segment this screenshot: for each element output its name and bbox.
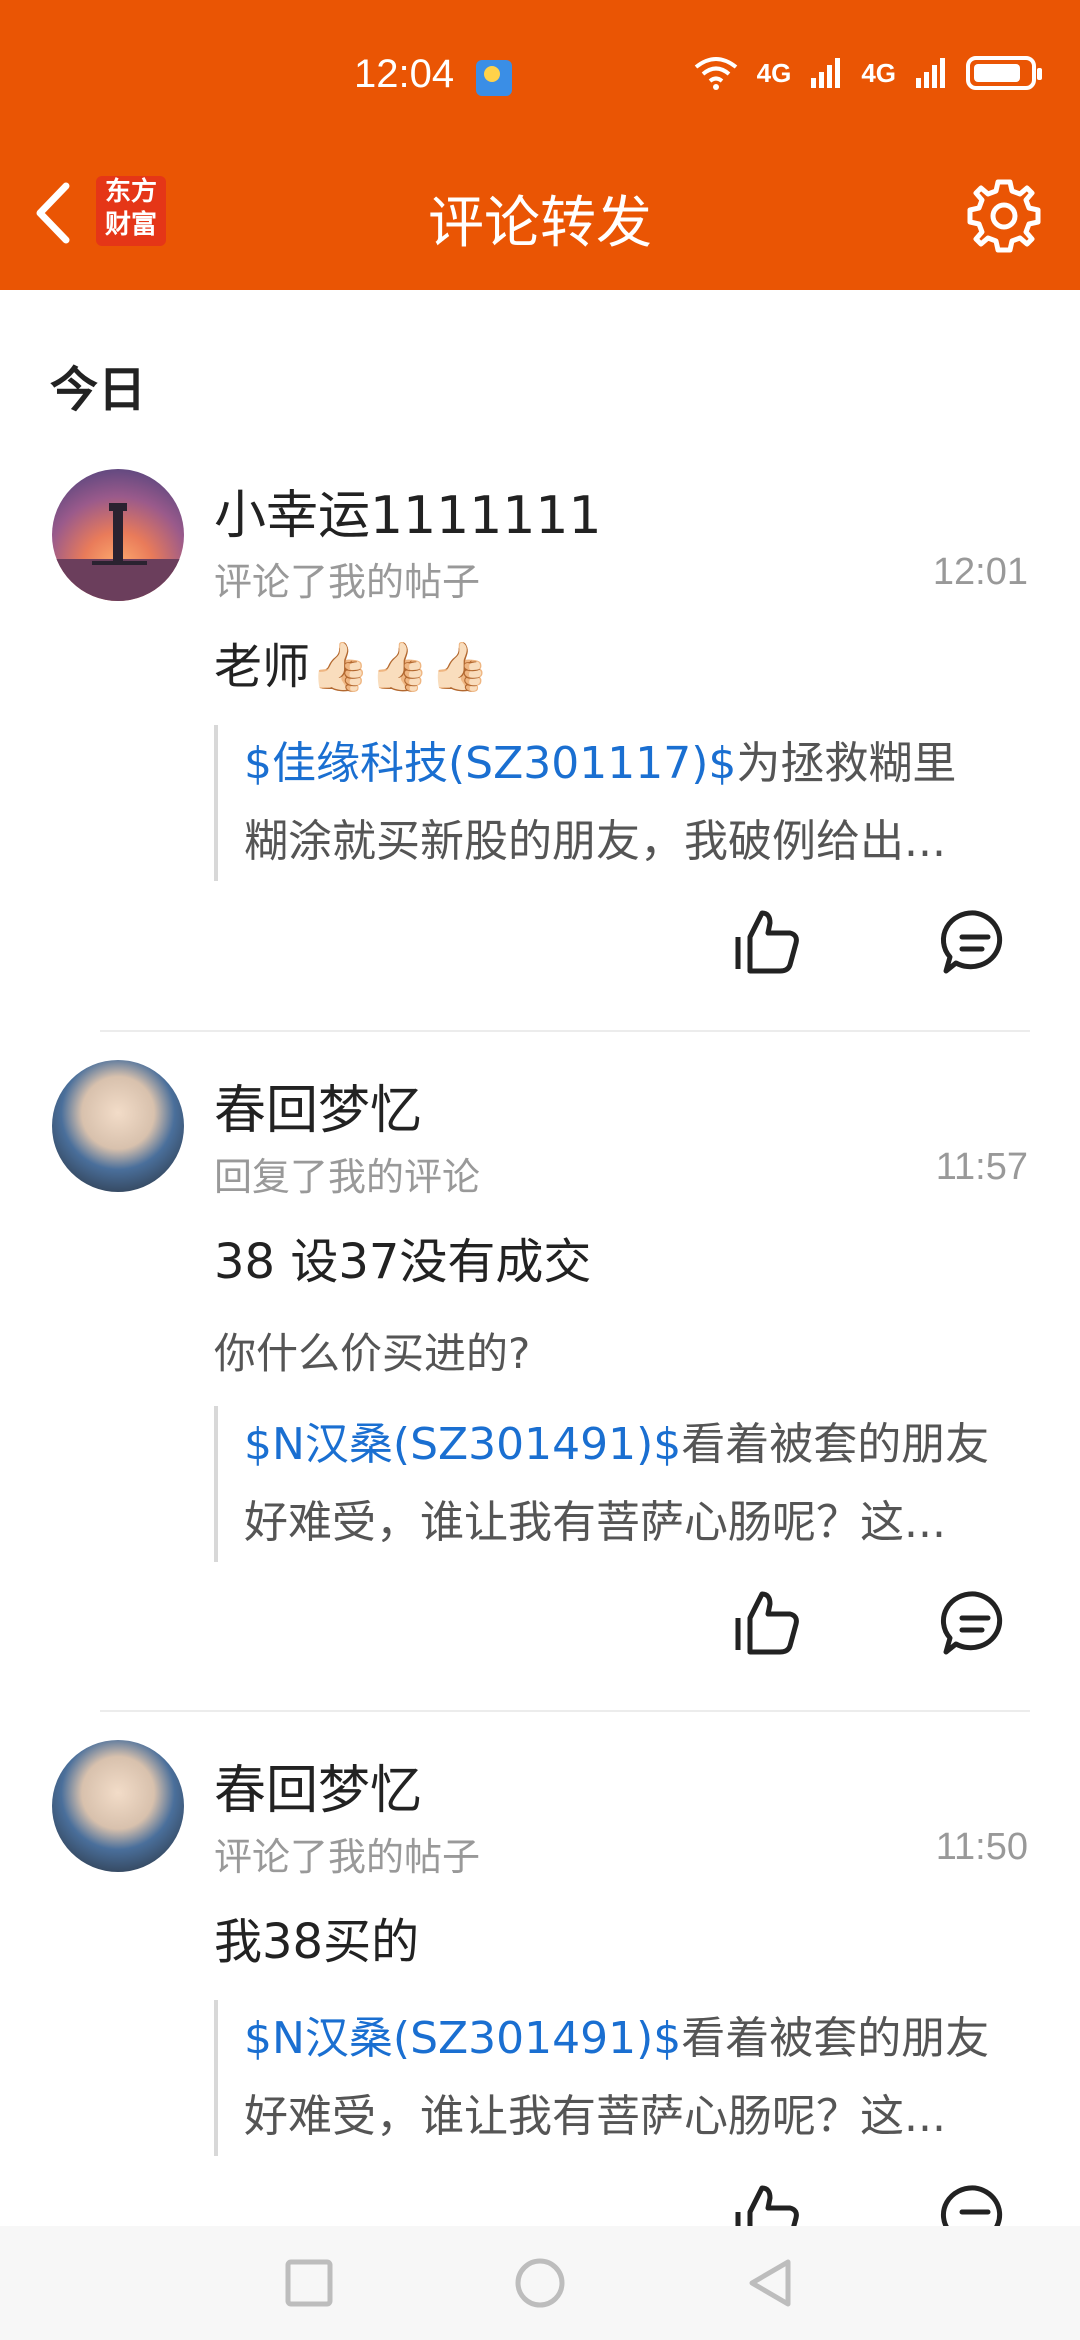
thumbs-up-icon[interactable] xyxy=(730,2180,804,2226)
quote-text: 糊涂就买新股的朋友，我破例给出... xyxy=(244,816,946,867)
thumbs-up-icon[interactable] xyxy=(730,905,804,979)
quote-text: 好难受，谁让我有菩萨心肠呢？这... xyxy=(244,1497,946,1548)
status-icons: 4G 4G xyxy=(693,55,1042,91)
comment-text: 老师👍🏻👍🏻👍🏻 xyxy=(214,639,490,695)
timestamp: 11:57 xyxy=(935,1146,1028,1188)
quoted-post[interactable]: $N汉桑(SZ301491)$看着被套的朋友 好难受，谁让我有菩萨心肠呢？这..… xyxy=(214,1406,1054,1562)
page-title: 评论转发 xyxy=(428,191,652,256)
stock-tag-link[interactable]: $N汉桑(SZ301491)$ xyxy=(244,2013,681,2064)
timestamp: 11:50 xyxy=(935,1826,1028,1868)
battery-icon xyxy=(966,56,1042,90)
quoted-post[interactable]: $N汉桑(SZ301491)$看着被套的朋友 好难受，谁让我有菩萨心肠呢？这..… xyxy=(214,2000,1054,2156)
system-nav-bar xyxy=(0,2226,1080,2340)
action-text: 评论了我的帖子 xyxy=(214,1835,481,1879)
avatar[interactable] xyxy=(52,1060,184,1192)
divider xyxy=(100,1030,1030,1032)
gear-icon[interactable] xyxy=(964,176,1044,256)
quote-text: 看着被套的朋友 xyxy=(681,1419,990,1470)
user-name[interactable]: 春回梦忆 xyxy=(214,1748,422,1823)
reply-text: 你什么价买进的? xyxy=(214,1329,531,1378)
signal-4g-label-1: 4G xyxy=(756,57,792,88)
list-item[interactable]: 春回梦忆 回复了我的评论 11:57 38 设37没有成交 你什么价买进的? $… xyxy=(0,1060,1080,1700)
recent-apps-icon[interactable] xyxy=(280,2254,338,2312)
thumbs-up-icon[interactable] xyxy=(730,1586,804,1660)
quote-text: 好难受，谁让我有菩萨心肠呢？这... xyxy=(244,2091,946,2142)
signal-4g-label-2: 4G xyxy=(861,57,896,88)
divider xyxy=(100,1710,1030,1712)
lighthouse-avatar-image xyxy=(52,503,184,601)
stock-tag-link[interactable]: $佳缘科技(SZ301117)$ xyxy=(244,738,736,789)
list-item[interactable]: 春回梦忆 评论了我的帖子 11:50 我38买的 $N汉桑(SZ301491)$… xyxy=(0,1740,1080,2226)
timestamp: 12:01 xyxy=(932,551,1028,593)
wifi-icon xyxy=(694,57,737,90)
home-icon[interactable] xyxy=(511,2254,569,2312)
comment-text: 我38买的 xyxy=(214,1914,420,1970)
quote-text: 看着被套的朋友 xyxy=(681,2013,990,2064)
quoted-post[interactable]: $佳缘科技(SZ301117)$为拯救糊里 糊涂就买新股的朋友，我破例给出... xyxy=(214,725,1054,881)
list-item[interactable]: 小幸运1111111 评论了我的帖子 12:01 老师👍🏻👍🏻👍🏻 $佳缘科技(… xyxy=(0,465,1080,1025)
stock-tag-link[interactable]: $N汉桑(SZ301491)$ xyxy=(244,1419,681,1470)
section-title-today: 今日 xyxy=(50,362,147,418)
user-name[interactable]: 春回梦忆 xyxy=(214,1068,422,1143)
weather-sun-icon xyxy=(476,60,512,96)
signal-bars-icon xyxy=(811,58,841,88)
avatar[interactable] xyxy=(52,469,184,601)
quote-text: 为拯救糊里 xyxy=(736,738,957,789)
avatar[interactable] xyxy=(52,1740,184,1872)
comment-icon[interactable] xyxy=(938,905,1012,979)
action-text: 回复了我的评论 xyxy=(214,1155,481,1199)
action-text: 评论了我的帖子 xyxy=(214,560,481,604)
status-bar: 12:04 4G 4G xyxy=(0,0,1080,150)
comment-icon[interactable] xyxy=(938,1586,1012,1660)
status-time: 12:04 xyxy=(354,52,455,96)
back-nav-icon[interactable] xyxy=(742,2254,800,2312)
comment-text: 38 设37没有成交 xyxy=(214,1234,592,1290)
comment-icon[interactable] xyxy=(938,2180,1012,2226)
signal-bars-icon xyxy=(916,58,945,88)
user-name[interactable]: 小幸运1111111 xyxy=(214,473,602,548)
top-bar: 12:04 4G 4G 东方 财富 评论转发 xyxy=(0,0,1080,290)
